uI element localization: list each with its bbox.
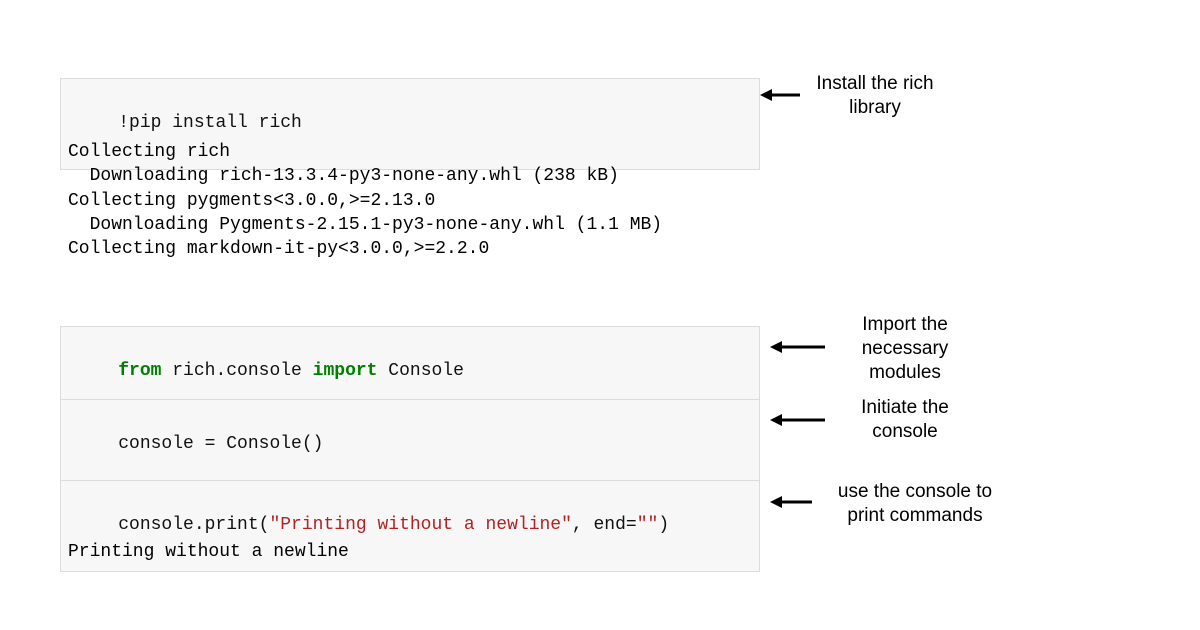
annotation-import: Import the necessary modules xyxy=(845,313,965,384)
print-str2: "" xyxy=(637,515,659,535)
annotation-install: Install the rich library xyxy=(800,72,950,120)
arrow-left-icon xyxy=(760,80,800,110)
tutorial-canvas: !pip install rich Install the rich libra… xyxy=(0,0,1200,630)
annotation-print: use the console to print commands xyxy=(820,480,1010,528)
output-install: Collecting rich Downloading rich-13.3.4-… xyxy=(68,140,662,261)
arrow-left-icon xyxy=(770,408,825,432)
bang: ! xyxy=(118,113,129,133)
code-cell-init: console = Console() xyxy=(60,399,760,491)
pip-cmd: pip install rich xyxy=(129,113,302,133)
output-print: Printing without a newline xyxy=(68,540,349,564)
arrow-left-icon xyxy=(770,490,812,514)
print-head: console.print( xyxy=(118,515,269,535)
print-str1: "Printing without a newline" xyxy=(269,515,571,535)
print-mid: , end= xyxy=(572,515,637,535)
arrow-left-icon xyxy=(770,335,825,359)
class-name: Console xyxy=(377,361,463,381)
init-line: console = Console() xyxy=(118,434,323,454)
kw-from: from xyxy=(118,361,161,381)
mod-name: rich.console xyxy=(161,361,312,381)
annotation-init: Initiate the console xyxy=(845,396,965,444)
kw-import: import xyxy=(313,361,378,381)
print-tail: ) xyxy=(658,515,669,535)
